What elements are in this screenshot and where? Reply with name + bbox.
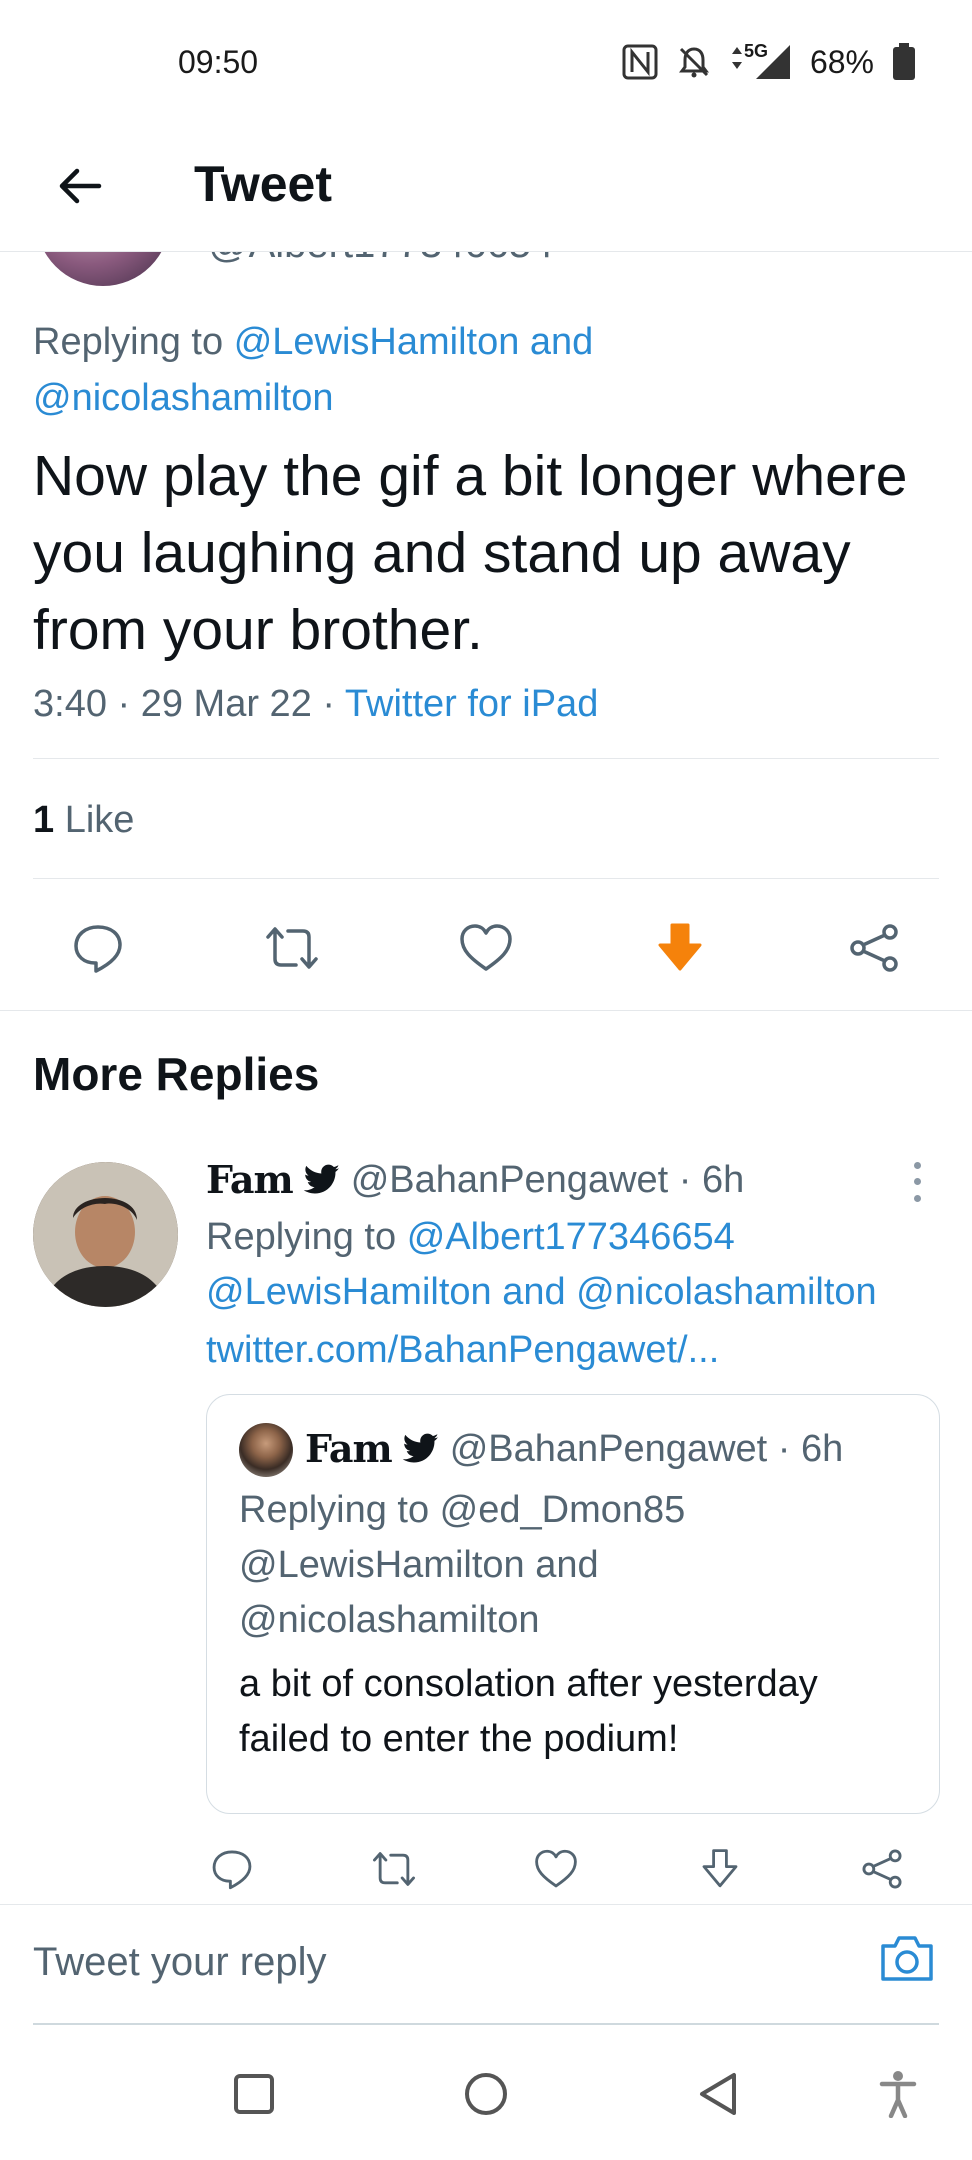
share-icon [850, 924, 898, 972]
reply-handle-time[interactable]: @BahanPengawet · 6h [351, 1152, 745, 1208]
avatar[interactable] [36, 252, 170, 286]
mention-link[interactable]: @LewisHamilton and [234, 321, 594, 363]
more-options-button[interactable] [900, 1157, 934, 1207]
back-button[interactable] [44, 150, 116, 222]
tweet-timestamp[interactable]: 3:40 · 29 Mar 22 · [33, 683, 345, 725]
share-button[interactable] [850, 1837, 914, 1901]
quote-header: Fam @BahanPengawet · 6h [305, 1421, 843, 1477]
back-triangle-icon [700, 2073, 736, 2115]
divider [33, 2023, 939, 2025]
reply-icon [212, 1850, 252, 1890]
likes-count[interactable]: 1 Like [33, 792, 134, 848]
dot-icon [913, 1178, 921, 1186]
divider [33, 758, 939, 759]
download-button[interactable] [644, 912, 716, 984]
share-button[interactable] [838, 912, 910, 984]
page-title: Tweet [194, 156, 332, 212]
retweet-icon [373, 1852, 415, 1886]
like-button[interactable] [450, 912, 522, 984]
system-nav-bar [0, 2028, 972, 2160]
nfc-icon [622, 44, 658, 80]
app-header: Tweet [0, 120, 972, 252]
battery-text: 68% [809, 43, 874, 80]
quote-author-name: Fam [305, 1426, 393, 1471]
tweet-detail: @Albert177346654 Replying to @LewisHamil… [0, 252, 972, 1904]
home-icon [465, 2073, 507, 2115]
quote-replying-line: Replying to @ed_Dmon85 [239, 1489, 686, 1531]
quote-text: a bit of consolation after yesterday fai… [239, 1663, 818, 1760]
quote-replying-to: Replying to @ed_Dmon85 @LewisHamilton an… [239, 1483, 839, 1648]
camera-icon [881, 1936, 933, 1981]
reply-author-name[interactable]: Fam [206, 1152, 294, 1208]
dot-icon [913, 1195, 921, 1203]
likes-label: Like [54, 799, 135, 841]
author-handle[interactable]: @Albert177346654 [208, 252, 553, 267]
tweet-meta: 3:40 · 29 Mar 22 · Twitter for iPad [33, 676, 598, 732]
recents-button[interactable] [218, 2058, 290, 2130]
tweet-source-link[interactable]: Twitter for iPad [345, 683, 598, 725]
quote-handle-time: @BahanPengawet · 6h [449, 1428, 844, 1470]
like-icon [460, 924, 512, 971]
reply-button[interactable] [62, 912, 134, 984]
camera-button[interactable] [874, 1925, 940, 1991]
twitter-bird-icon [402, 1433, 439, 1463]
replying-to: Replying to @Albert177346654 @LewisHamil… [206, 1210, 926, 1320]
quoted-tweet[interactable]: Fam @BahanPengawet · 6h Replying to @ed_… [206, 1394, 940, 1814]
reply-header: Fam @BahanPengawet · 6h [206, 1152, 744, 1208]
bell-muted-icon [676, 44, 712, 80]
dot-icon [913, 1161, 921, 1169]
mention-link[interactable]: @Albert177346654 [407, 1216, 735, 1258]
replying-to: Replying to @LewisHamilton and @nicolash… [33, 314, 933, 426]
reply-composer: Tweet your reply [0, 1904, 972, 2028]
signal-icon: 5G [730, 41, 792, 81]
accessibility-icon [879, 2071, 917, 2118]
quote-replying-line: @LewisHamilton and [239, 1544, 599, 1586]
like-icon [535, 1849, 577, 1888]
download-icon [702, 1849, 738, 1888]
status-icons: 5G 68% [622, 40, 916, 84]
accessibility-button[interactable] [862, 2058, 934, 2130]
divider [0, 1010, 972, 1011]
home-button[interactable] [450, 2058, 522, 2130]
status-bar: 09:50 5G 68% [0, 0, 972, 120]
status-time: 09:50 [178, 44, 259, 80]
quote-replying-line: @nicolashamilton [239, 1599, 540, 1641]
arrow-left-icon [59, 168, 102, 204]
divider [33, 878, 939, 879]
retweet-button[interactable] [256, 912, 328, 984]
more-replies-heading: More Replies [33, 1048, 320, 1100]
like-button[interactable] [524, 1837, 588, 1901]
download-icon [658, 923, 702, 971]
likes-number: 1 [33, 799, 55, 841]
tweet-url-link[interactable]: twitter.com/BahanPengawet/... [206, 1322, 719, 1378]
reply-button[interactable] [200, 1837, 264, 1901]
replying-prefix: Replying to [206, 1216, 397, 1258]
back-nav-button[interactable] [682, 2058, 754, 2130]
recents-icon [234, 2074, 274, 2114]
avatar[interactable] [33, 1162, 178, 1307]
battery-icon [892, 43, 916, 81]
avatar [239, 1423, 293, 1477]
replying-prefix: Replying to [33, 321, 224, 363]
retweet-icon [266, 927, 318, 969]
reply-icon [74, 925, 122, 973]
mention-link[interactable]: @nicolashamilton [33, 377, 334, 419]
download-button[interactable] [688, 1837, 752, 1901]
mention-link[interactable]: @LewisHamilton and @nicolashamilton [206, 1271, 877, 1313]
twitter-bird-icon [303, 1164, 340, 1194]
retweet-button[interactable] [362, 1837, 426, 1901]
tweet-text: Now play the gif a bit longer where you … [33, 444, 908, 662]
share-icon [862, 1849, 902, 1889]
reply-input[interactable]: Tweet your reply [33, 1927, 833, 1997]
